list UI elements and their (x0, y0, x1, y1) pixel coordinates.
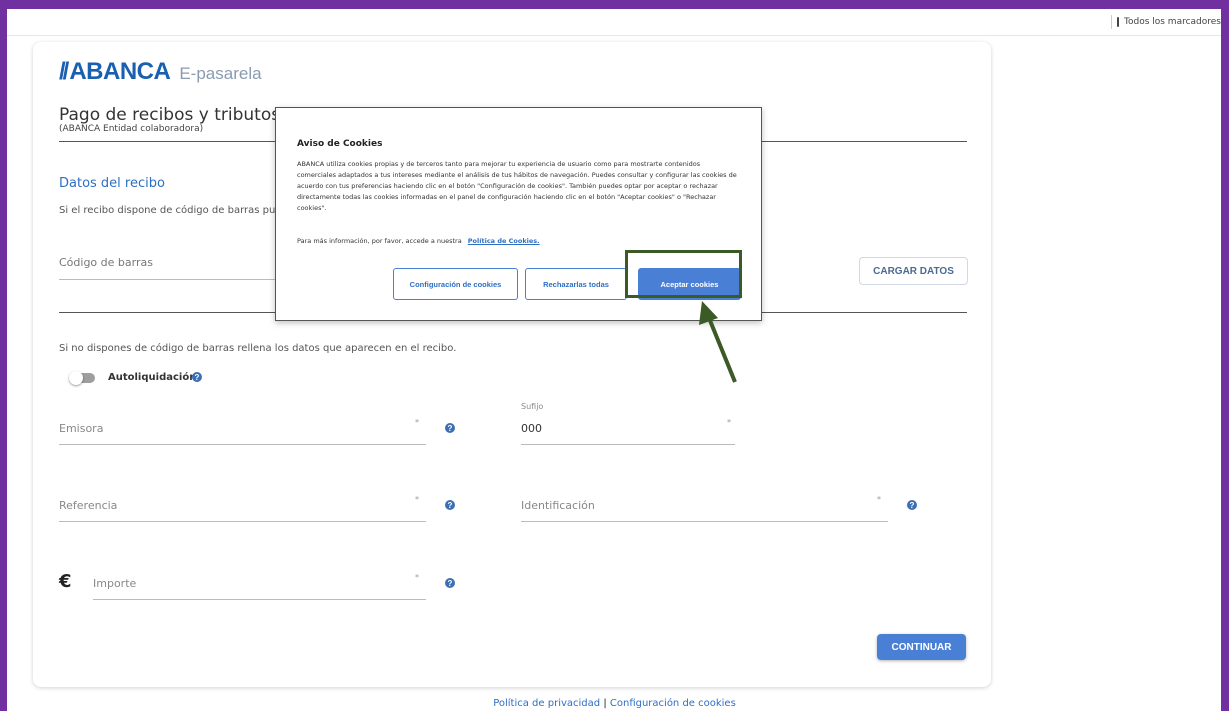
annotation-arrow-icon (699, 301, 737, 383)
